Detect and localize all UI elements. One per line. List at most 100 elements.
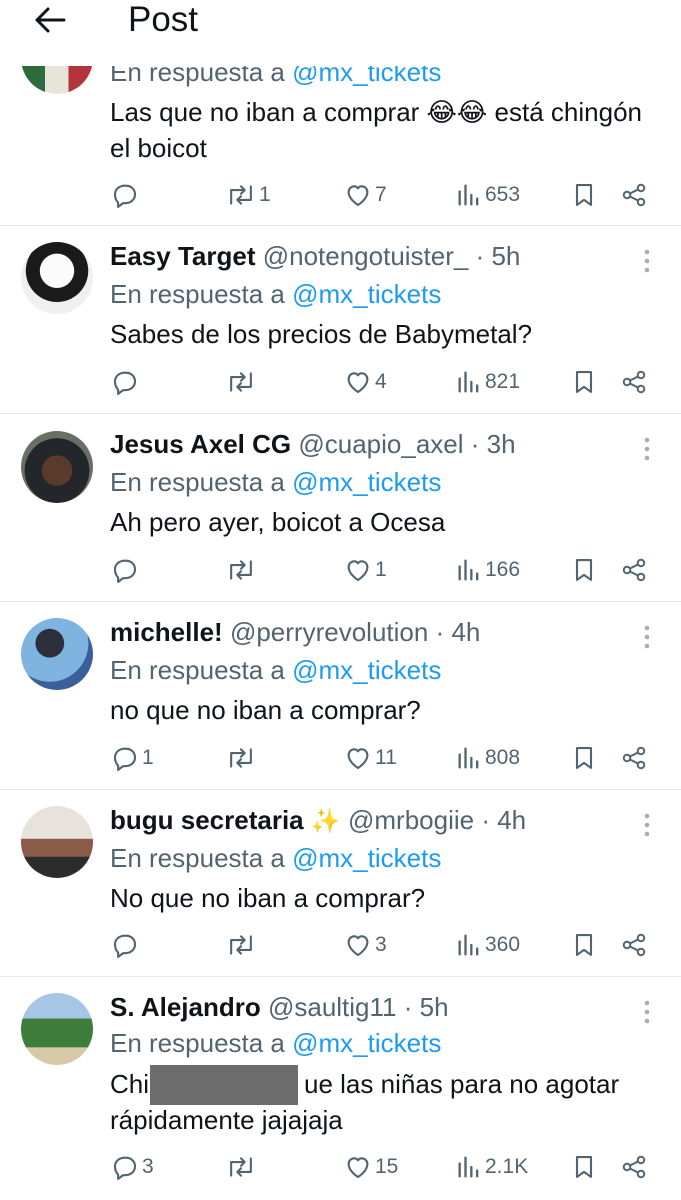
views-icon <box>458 559 479 581</box>
reply-context: En respuesta a @mx_tickets <box>110 843 442 873</box>
username[interactable]: @mrbogiie <box>348 805 474 835</box>
display-name[interactable]: S. Alejandro <box>110 992 261 1022</box>
mention-link[interactable]: @mx_tickets <box>292 655 441 685</box>
repost-button[interactable] <box>225 552 259 588</box>
share-button[interactable] <box>620 1149 648 1185</box>
share-icon <box>622 183 646 207</box>
page-title: Post <box>128 0 199 39</box>
mention-link[interactable]: @mx_tickets <box>292 279 441 309</box>
tweet-actions: 4 821 <box>0 364 681 400</box>
reply-tweet[interactable]: bugu secretaria ✨ @mrbogiie · 4h En resp… <box>0 790 681 977</box>
heart-icon <box>347 1157 369 1179</box>
repost-icon <box>230 560 252 580</box>
reply-button[interactable]: 1 <box>110 740 154 776</box>
laughing-emoji: 😂😂 <box>426 97 488 127</box>
reply-tweet[interactable]: S. Alejandro @saultig11 · 5h En respuest… <box>0 977 681 1200</box>
like-button[interactable]: 4 <box>343 364 387 400</box>
share-button[interactable] <box>620 740 648 776</box>
tweet-actions: 3 360 <box>0 927 681 963</box>
tweet-actions: 1 11 808 <box>0 740 681 776</box>
bookmark-button[interactable] <box>570 1149 598 1185</box>
reply-button[interactable] <box>110 552 142 588</box>
username[interactable]: @saultig11 <box>268 992 397 1022</box>
repost-button[interactable] <box>225 1149 259 1185</box>
timestamp: · 5h <box>475 241 521 271</box>
username[interactable]: @perryrevolution <box>230 617 428 647</box>
more-options-icon[interactable] <box>637 246 657 276</box>
mention-link[interactable]: @mx_tickets <box>292 843 441 873</box>
bookmark-button[interactable] <box>570 927 598 963</box>
more-options-icon[interactable] <box>637 810 657 840</box>
username[interactable]: @cuapio_axel <box>298 429 463 459</box>
more-options-icon[interactable] <box>637 434 657 464</box>
back-button[interactable] <box>30 2 70 38</box>
bookmark-button[interactable] <box>570 177 598 213</box>
avatar[interactable] <box>21 618 93 690</box>
like-button[interactable]: 11 <box>343 740 397 776</box>
avatar[interactable] <box>21 993 93 1065</box>
repost-icon <box>230 748 252 768</box>
views-button[interactable]: 360 <box>455 927 520 963</box>
reply-button[interactable]: 3 <box>110 1149 154 1185</box>
repost-icon <box>230 935 252 955</box>
mention-link[interactable]: @mx_tickets <box>292 1028 441 1058</box>
reply-icon <box>113 371 137 395</box>
reply-context: En respuesta a @mx_tickets <box>110 467 442 497</box>
repost-icon <box>230 1157 252 1177</box>
display-name[interactable]: Easy Target <box>110 241 255 271</box>
views-button[interactable]: 653 <box>455 177 520 213</box>
reply-tweet[interactable]: michelle! @perryrevolution · 4h En respu… <box>0 602 681 790</box>
share-button[interactable] <box>620 552 648 588</box>
reply-icon <box>113 1156 137 1180</box>
like-button[interactable]: 7 <box>343 177 387 213</box>
reply-tweet[interactable]: Jesus Axel CG @cuapio_axel · 3h En respu… <box>0 414 681 602</box>
views-button[interactable]: 2.1K <box>455 1149 528 1185</box>
heart-icon <box>347 935 369 957</box>
repost-button[interactable] <box>225 364 259 400</box>
heart-icon <box>347 748 369 770</box>
more-options-icon[interactable] <box>637 622 657 652</box>
views-button[interactable]: 808 <box>455 740 520 776</box>
like-button[interactable]: 1 <box>343 552 387 588</box>
tweet-actions: 1 7 653 <box>0 177 681 213</box>
avatar[interactable] <box>21 806 93 878</box>
reply-icon <box>113 559 137 583</box>
display-name[interactable]: Jesus Axel CG <box>110 429 291 459</box>
bookmark-button[interactable] <box>570 740 598 776</box>
repost-button[interactable] <box>225 927 259 963</box>
bookmark-icon <box>575 371 593 393</box>
bookmark-button[interactable] <box>570 552 598 588</box>
sparkles-emoji: ✨ <box>310 808 341 835</box>
mention-link[interactable]: @mx_tickets <box>292 467 441 497</box>
share-button[interactable] <box>620 364 648 400</box>
tweet-actions: 1 166 <box>0 552 681 588</box>
reply-button[interactable] <box>110 927 142 963</box>
views-icon <box>458 934 479 956</box>
avatar[interactable] <box>21 242 93 314</box>
reply-context: En respuesta a @mx_tickets <box>110 1028 442 1058</box>
username[interactable]: @notengotuister_ <box>263 241 469 271</box>
share-button[interactable] <box>620 177 648 213</box>
views-button[interactable]: 166 <box>455 552 520 588</box>
reply-button[interactable] <box>110 364 142 400</box>
repost-icon <box>230 185 252 205</box>
repost-icon <box>230 372 252 392</box>
more-options-icon[interactable] <box>637 997 657 1027</box>
like-button[interactable]: 15 <box>343 1149 398 1185</box>
bookmark-button[interactable] <box>570 364 598 400</box>
bookmark-icon <box>575 1156 593 1178</box>
repost-button[interactable] <box>225 740 259 776</box>
share-button[interactable] <box>620 927 648 963</box>
bookmark-icon <box>575 747 593 769</box>
top-bar: Post <box>0 0 681 66</box>
reply-tweet[interactable]: Easy Target @notengotuister_ · 5h En res… <box>0 226 681 414</box>
repost-button[interactable]: 1 <box>225 177 271 213</box>
bookmark-icon <box>575 934 593 956</box>
display-name[interactable]: bugu secretaria <box>110 805 304 835</box>
reply-button[interactable] <box>110 177 142 213</box>
views-button[interactable]: 821 <box>455 364 520 400</box>
display-name[interactable]: michelle! <box>110 617 223 647</box>
avatar[interactable] <box>21 431 93 503</box>
redaction-bar <box>150 1065 298 1105</box>
like-button[interactable]: 3 <box>343 927 387 963</box>
